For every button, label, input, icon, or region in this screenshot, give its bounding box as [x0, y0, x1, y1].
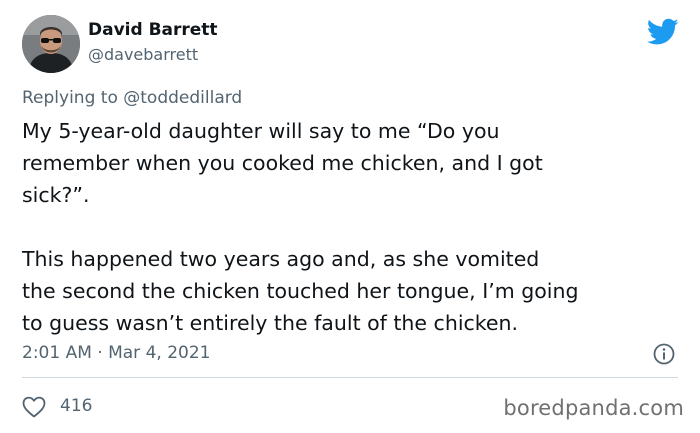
author-display-name[interactable]: David Barrett: [88, 20, 218, 40]
replying-to-label: Replying to: [22, 88, 118, 108]
reply-mention-link[interactable]: @toddedillard: [123, 88, 242, 108]
avatar[interactable]: [22, 15, 80, 73]
like-count: 416: [60, 396, 93, 416]
info-icon[interactable]: [652, 342, 676, 366]
watermark: boredpanda.com: [503, 396, 684, 420]
heart-icon[interactable]: [22, 396, 46, 418]
twitter-bird-icon[interactable]: [646, 18, 679, 46]
tweet-text: My 5-year-old daughter will say to me “D…: [22, 115, 692, 339]
tweet-paragraph: This happened two years ago and, as she …: [22, 247, 579, 335]
tweet-timestamp[interactable]: 2:01 AM · Mar 4, 2021: [22, 343, 210, 363]
replying-to-line: Replying to @toddedillard: [22, 88, 242, 108]
profile-photo: [22, 15, 80, 73]
author-handle[interactable]: @davebarrett: [88, 45, 198, 64]
tweet-paragraph: My 5-year-old daughter will say to me “D…: [22, 119, 543, 207]
divider: [22, 377, 678, 378]
